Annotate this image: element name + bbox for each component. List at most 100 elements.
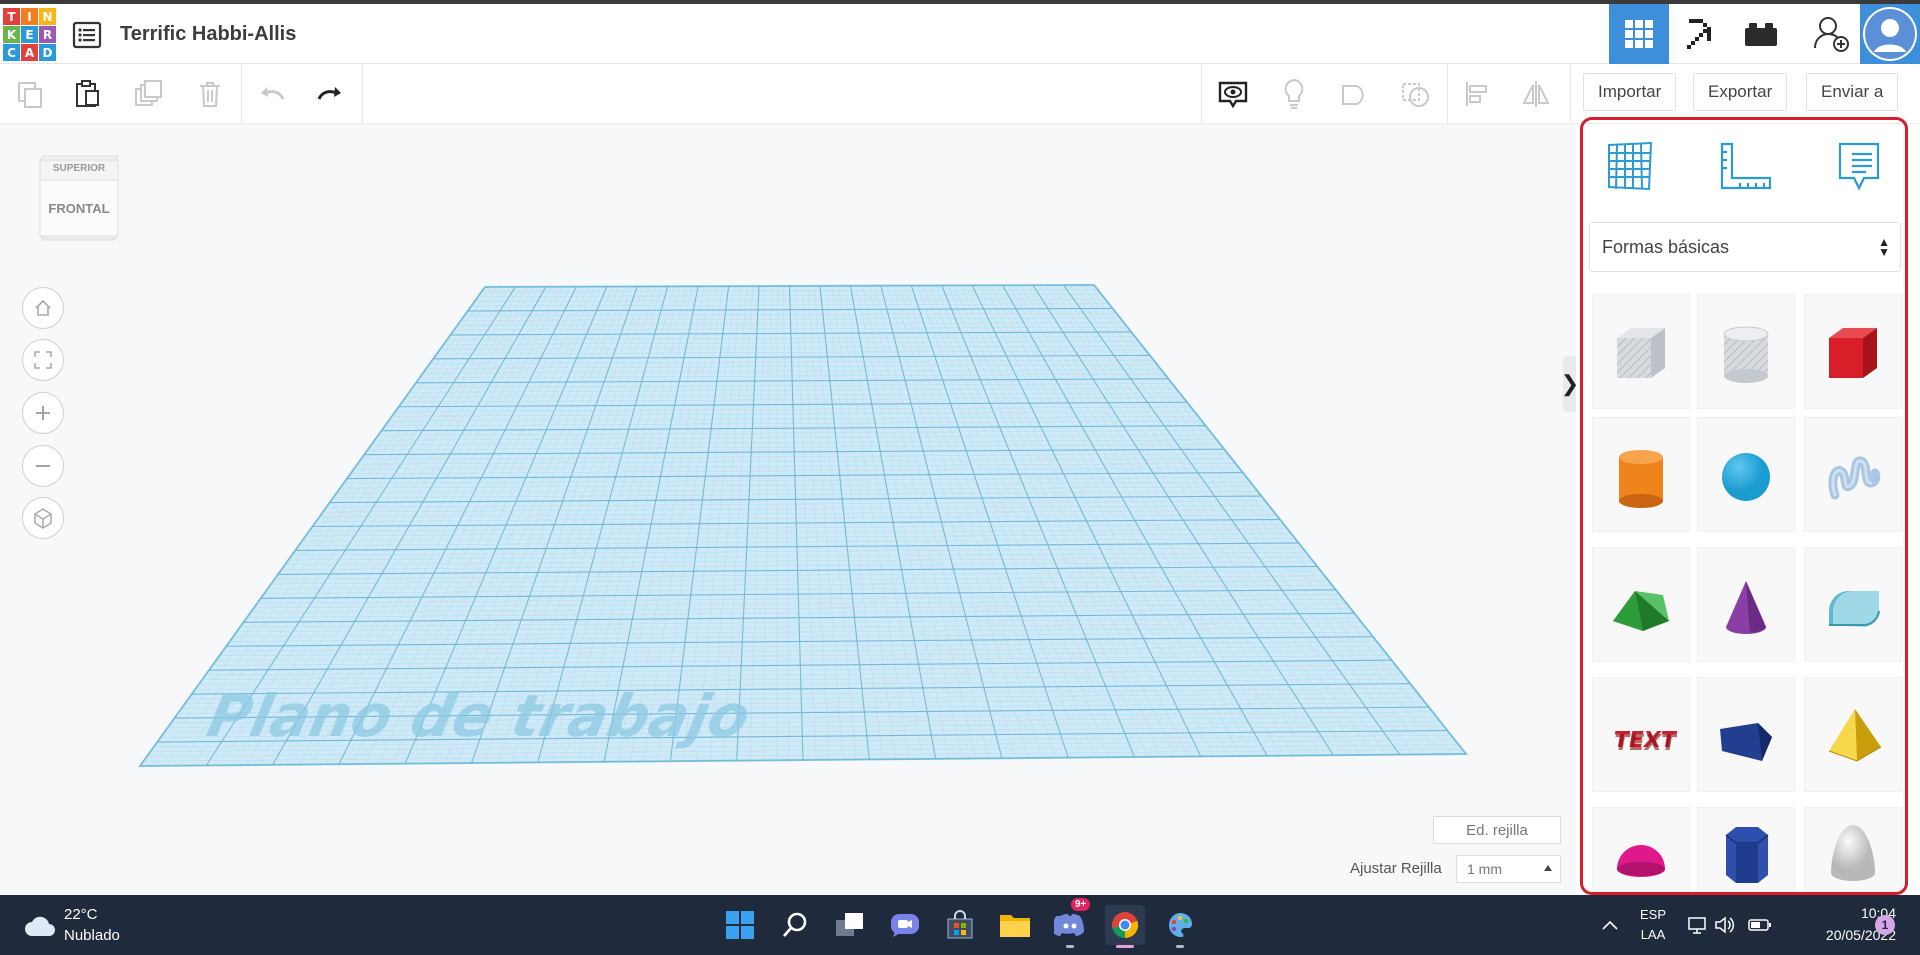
viewcube-front-label[interactable]: FRONTAL (36, 201, 122, 216)
search-icon[interactable] (775, 905, 815, 945)
shape-hole-icon[interactable] (1396, 74, 1436, 114)
shape-tile-wedge[interactable] (1697, 677, 1795, 792)
home-view-icon[interactable] (22, 287, 64, 329)
weather-description[interactable]: Nublado (64, 927, 120, 944)
running-indicator (1176, 945, 1184, 948)
shape-category-value: Formas básicas (1602, 236, 1730, 257)
copy-icon[interactable] (10, 74, 50, 114)
volume-icon[interactable] (1705, 905, 1745, 945)
shape-tile-paraboloid[interactable] (1804, 807, 1902, 895)
active-indicator (1116, 945, 1134, 948)
box-icon (1829, 327, 1877, 378)
notes-icon[interactable] (1829, 136, 1889, 196)
logo-letter: E (21, 26, 38, 43)
store-icon[interactable] (940, 905, 980, 945)
paste-icon[interactable] (68, 74, 108, 114)
send-to-button[interactable]: Enviar a (1806, 73, 1899, 111)
task-view-icon[interactable] (830, 905, 870, 945)
delete-icon[interactable] (190, 74, 230, 114)
paraboloid-icon (1831, 825, 1875, 881)
start-icon[interactable] (720, 905, 760, 945)
zoom-in-icon[interactable] (22, 392, 64, 434)
shape-solid-icon[interactable] (1335, 74, 1375, 114)
workplane-grid-icon[interactable] (1600, 136, 1660, 196)
document-title[interactable]: Terrific Habbi-Allis (120, 23, 296, 46)
tinkercad-app: TINKERCAD Terrific Habbi-Allis Importar … (0, 0, 1920, 955)
mirror-icon[interactable] (1516, 74, 1556, 114)
fit-all-icon[interactable] (22, 339, 64, 381)
grid-view-icon[interactable] (1609, 4, 1669, 64)
pickaxe-icon[interactable] (1670, 4, 1730, 64)
chrome-icon[interactable] (1105, 905, 1145, 945)
workplane-viewport[interactable]: Plano de trabajo SUPERIOR FRONTAL Ed. re… (0, 124, 1576, 895)
zoom-out-icon[interactable] (22, 445, 64, 487)
brick-icon[interactable] (1731, 4, 1791, 64)
ruler-icon[interactable] (1716, 136, 1776, 196)
shape-tile-half-sphere[interactable] (1592, 807, 1690, 895)
chat-icon[interactable] (885, 905, 925, 945)
import-button[interactable]: Importar (1583, 73, 1677, 111)
logo-letter: K (3, 26, 20, 43)
logo-letter: T (3, 8, 20, 25)
perspective-icon[interactable] (22, 497, 64, 539)
logo-letter: N (39, 8, 56, 25)
discord-badge: 9+ (1071, 898, 1091, 911)
roof-icon (1613, 590, 1669, 631)
shape-tile-text[interactable]: TEXT TEXT (1592, 677, 1690, 792)
view-cube[interactable]: SUPERIOR FRONTAL (36, 154, 122, 259)
toolbar-divider (1201, 64, 1202, 124)
edit-toolbar: Importar Exportar Enviar a (0, 64, 1920, 124)
edit-grid-button[interactable]: Ed. rejilla (1433, 816, 1561, 844)
align-icon[interactable] (1457, 74, 1497, 114)
shape-tile-sphere[interactable] (1697, 417, 1795, 532)
tinkercad-logo[interactable]: TIN KER CAD (3, 8, 57, 62)
shape-tile-cylinder-hole[interactable] (1697, 294, 1795, 409)
language-code[interactable]: ESP (1636, 907, 1670, 922)
shape-tile-scribble[interactable] (1804, 417, 1902, 532)
collapse-panel-button[interactable]: ❯ (1561, 356, 1579, 412)
user-avatar-icon[interactable] (1860, 4, 1920, 64)
undo-icon[interactable] (252, 74, 292, 114)
wedge-icon (1720, 722, 1772, 761)
shape-tile-box[interactable] (1804, 294, 1902, 409)
shape-tile-polygon[interactable] (1697, 807, 1795, 895)
duplicate-icon[interactable] (128, 74, 168, 114)
logo-letter: I (21, 8, 38, 25)
notification-badge[interactable]: 1 (1875, 915, 1895, 935)
weather-temperature[interactable]: 22°C (64, 906, 98, 923)
text-icon: TEXTTEXT (1611, 727, 1677, 756)
shape-tile-round-roof[interactable] (1804, 547, 1902, 662)
weather-cloud-icon[interactable] (20, 905, 60, 945)
sort-arrows-icon: ▲ ▼ (1878, 235, 1890, 259)
light-bulb-icon[interactable] (1274, 74, 1314, 114)
shape-tile-box-hole[interactable] (1592, 294, 1690, 409)
workplane-grid[interactable]: Plano de trabajo (0, 124, 1576, 895)
cylinder-hole-icon (1723, 326, 1769, 383)
shape-tile-roof[interactable] (1592, 547, 1690, 662)
shape-tile-cylinder[interactable] (1592, 417, 1690, 532)
show-all-icon[interactable] (1213, 74, 1253, 114)
snap-grid-label: Ajustar Rejilla (1350, 860, 1442, 877)
shape-category-select[interactable]: Formas básicas ▲ ▼ (1589, 222, 1901, 272)
redo-icon[interactable] (310, 74, 350, 114)
battery-icon[interactable] (1740, 905, 1780, 945)
round-roof-icon (1829, 590, 1880, 627)
paint-icon[interactable] (1160, 905, 1200, 945)
toolbar-divider (241, 64, 242, 124)
snap-grid-select[interactable]: 1 mm (1456, 855, 1561, 883)
discord-icon[interactable] (1050, 905, 1090, 945)
export-button[interactable]: Exportar (1693, 73, 1788, 111)
designs-list-icon[interactable] (72, 20, 102, 50)
half-sphere-icon (1617, 845, 1665, 877)
file-explorer-icon[interactable] (995, 905, 1035, 945)
box-hole-icon (1617, 327, 1665, 378)
shape-tile-cone[interactable] (1697, 547, 1795, 662)
keyboard-layout[interactable]: LAA (1636, 927, 1670, 942)
workplane-label: Plano de trabajo (202, 683, 756, 750)
chevron-up-icon[interactable] (1590, 905, 1630, 945)
toolbar-divider (362, 64, 363, 124)
shape-tile-pyramid[interactable] (1804, 677, 1902, 792)
viewcube-top-label[interactable]: SUPERIOR (36, 163, 122, 174)
add-user-icon[interactable] (1801, 4, 1861, 64)
toolbar-divider (1570, 64, 1571, 124)
